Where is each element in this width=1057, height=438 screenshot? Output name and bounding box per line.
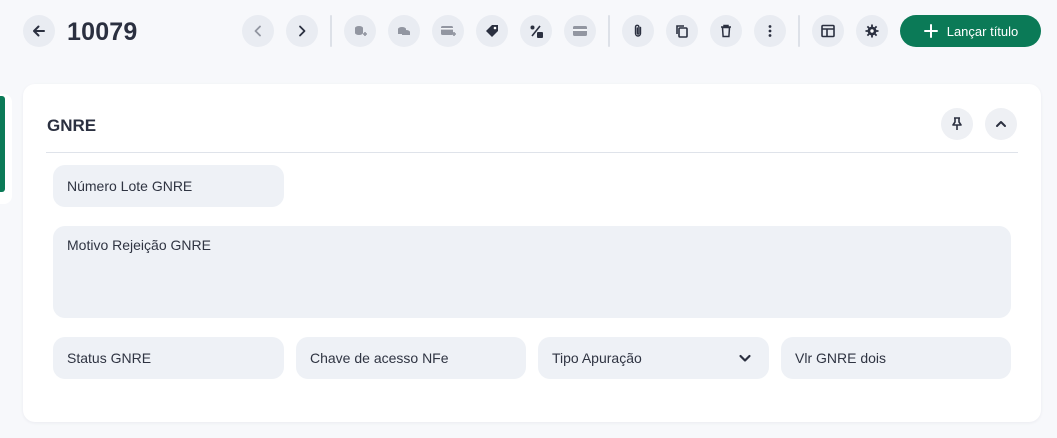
gnre-section-card: GNRE Número Lote GNRE Motivo Rejeição GN… (23, 84, 1041, 422)
motivo-rejeicao-gnre-placeholder: Motivo Rejeição GNRE (67, 237, 211, 253)
discount-button[interactable] (520, 15, 552, 47)
percent-icon (530, 25, 543, 38)
launch-title-button[interactable]: Lançar título (900, 15, 1041, 47)
motivo-rejeicao-gnre-field[interactable]: Motivo Rejeição GNRE (53, 226, 1011, 318)
chevron-left-icon (254, 25, 261, 37)
collapse-section-button[interactable] (985, 108, 1017, 140)
more-options-button[interactable] (754, 15, 786, 47)
delete-button[interactable] (710, 15, 742, 47)
toolbar-separator (608, 15, 610, 47)
more-vertical-icon (768, 25, 772, 37)
launch-title-label: Lançar título (946, 23, 1019, 39)
chave-acesso-nfe-placeholder: Chave de acesso NFe (310, 350, 449, 366)
tipo-apuracao-select[interactable]: Tipo Apuração (538, 337, 769, 379)
pin-icon (952, 117, 962, 130)
layout-button[interactable] (812, 15, 844, 47)
plus-icon (923, 24, 938, 38)
layout-icon (821, 24, 835, 38)
coins-icon (398, 27, 410, 35)
duplicate-button[interactable] (666, 15, 698, 47)
numero-lote-gnre-placeholder: Número Lote GNRE (67, 178, 193, 194)
previous-record-button[interactable] (242, 15, 274, 47)
numero-lote-gnre-field[interactable]: Número Lote GNRE (53, 165, 284, 207)
chave-acesso-nfe-field[interactable]: Chave de acesso NFe (296, 337, 526, 379)
chevron-down-icon (739, 354, 751, 362)
section-title: GNRE (47, 116, 97, 135)
status-gnre-field[interactable]: Status GNRE (53, 337, 284, 379)
tag-icon (486, 25, 498, 37)
back-button[interactable] (23, 15, 55, 47)
paperclip-icon (634, 24, 642, 37)
coins-stack-icon (355, 26, 367, 36)
payment-card-button[interactable] (564, 15, 596, 47)
card-add-button[interactable] (432, 15, 464, 47)
top-toolbar: 10079 Lançar título (0, 0, 1057, 64)
tag-button[interactable] (476, 15, 508, 47)
attach-button[interactable] (622, 15, 654, 47)
section-divider (46, 152, 1018, 153)
record-id-title: 10079 (67, 18, 138, 46)
vlr-gnre-dois-field[interactable]: Vlr GNRE dois (781, 337, 1011, 379)
card-plus-icon (441, 26, 456, 36)
trash-icon (721, 24, 731, 38)
side-panel-accent (0, 96, 5, 192)
coins-add-button[interactable] (344, 15, 376, 47)
side-panel-tab[interactable] (0, 94, 12, 204)
next-record-button[interactable] (286, 15, 318, 47)
coins-button[interactable] (388, 15, 420, 47)
status-gnre-placeholder: Status GNRE (67, 350, 152, 366)
credit-card-icon (573, 26, 587, 36)
copy-icon (676, 25, 688, 38)
toolbar-separator (330, 15, 332, 47)
toolbar-separator (798, 15, 800, 47)
gear-icon (865, 24, 879, 38)
vlr-gnre-dois-placeholder: Vlr GNRE dois (795, 350, 887, 366)
chevron-right-icon (299, 25, 306, 37)
pin-section-button[interactable] (941, 108, 973, 140)
tipo-apuracao-placeholder: Tipo Apuração (552, 350, 642, 366)
settings-button[interactable] (856, 15, 888, 47)
chevron-up-icon (996, 121, 1006, 127)
back-arrow-icon (33, 25, 45, 37)
